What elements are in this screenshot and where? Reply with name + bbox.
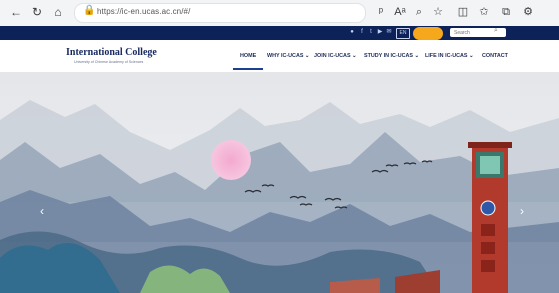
youtube-icon[interactable]: ▶ <box>376 28 384 37</box>
collections-icon[interactable]: ⧉ <box>498 4 514 20</box>
extensions-icon[interactable]: ⚙ <box>520 4 536 20</box>
lock-icon: 🔒 <box>83 5 96 16</box>
email-icon[interactable]: ✉ <box>385 28 393 37</box>
nav-home[interactable]: HOME <box>240 53 256 59</box>
text-size-icon[interactable]: Aᵃ <box>392 4 408 20</box>
carousel-prev-button[interactable]: ‹ <box>40 204 44 218</box>
url-text[interactable]: https://ic-en.ucas.ac.cn/#/ <box>97 7 190 16</box>
nav-join-ic-ucas[interactable]: JOIN IC-UCAS ⌄ <box>314 53 357 59</box>
college-subtitle: University of Chinese Academy of Science… <box>74 60 144 64</box>
nav-contact[interactable]: CONTACT <box>482 53 508 59</box>
home-icon[interactable]: ⌂ <box>50 4 66 20</box>
twitter-icon[interactable]: t <box>367 28 375 37</box>
nav-life-in-ic-ucas[interactable]: LIFE IN IC-UCAS ⌄ <box>425 53 474 59</box>
clock-tower <box>468 142 512 293</box>
search-icon[interactable]: ⌕ <box>494 27 498 35</box>
facebook-icon[interactable]: f <box>358 28 366 37</box>
weibo-icon[interactable]: ● <box>348 28 356 37</box>
favorite-icon[interactable]: ☆ <box>430 4 446 20</box>
language-button[interactable]: EN <box>396 28 410 39</box>
nav-active-indicator <box>233 68 263 70</box>
highlight-mark <box>413 27 443 40</box>
back-arrow-icon[interactable]: ← <box>8 4 24 20</box>
zoom-icon[interactable]: ⌕ <box>411 4 427 20</box>
nav-why-ic-ucas[interactable]: WHY IC-UCAS ⌄ <box>267 53 309 59</box>
refresh-icon[interactable]: ↻ <box>29 4 45 20</box>
address-bar[interactable]: 🔒 https://ic-en.ucas.ac.cn/#/ <box>74 3 366 23</box>
browser-toolbar: ← ↻ ⌂ 🔒 https://ic-en.ucas.ac.cn/#/ ᵖ Aᵃ… <box>0 0 559 27</box>
split-screen-icon[interactable]: ◫ <box>455 4 471 20</box>
site-header: International College University of Chin… <box>0 40 559 73</box>
college-title[interactable]: International College <box>66 47 157 58</box>
carousel-next-button[interactable]: › <box>520 204 524 218</box>
landscape-illustration <box>0 72 559 293</box>
pink-sun <box>211 140 251 180</box>
nav-study-in-ic-ucas[interactable]: STUDY IN IC-UCAS ⌄ <box>364 53 419 59</box>
read-aloud-icon[interactable]: ᵖ <box>373 4 389 20</box>
site-top-bar: ● f t ▶ ✉ EN ⌕ <box>0 26 559 40</box>
hero-banner: ‹ › <box>0 72 559 293</box>
favorites-list-icon[interactable]: ✩ <box>476 4 492 20</box>
